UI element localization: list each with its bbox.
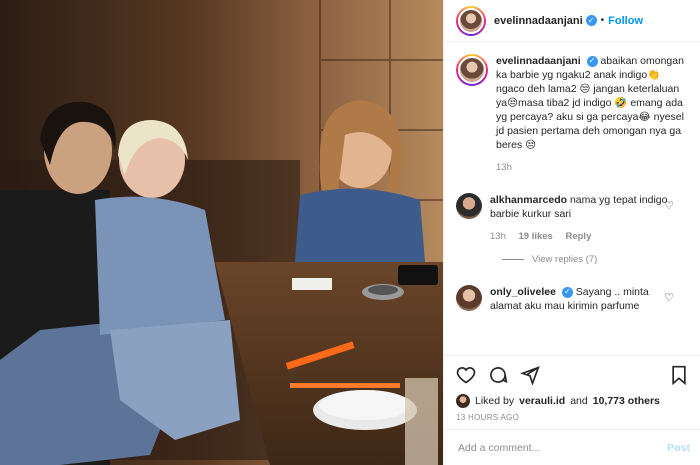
bookmark-icon[interactable] <box>670 365 688 385</box>
view-replies[interactable]: View replies (7) <box>502 254 686 265</box>
caption: evelinnadaanjani ✓ abaikan omongan ka ba… <box>456 54 686 173</box>
likes-prefix: Liked by <box>475 395 515 407</box>
post-header: evelinnadaanjani ✓ • Follow <box>444 0 700 42</box>
author-avatar[interactable] <box>456 5 486 36</box>
comment-time: 13h <box>490 231 506 242</box>
view-replies-line <box>502 259 524 260</box>
action-bar <box>444 355 700 393</box>
commenter-avatar[interactable] <box>456 285 482 311</box>
likes-joiner: and <box>570 395 588 407</box>
caption-avatar[interactable] <box>456 54 488 86</box>
caption-body: evelinnadaanjani ✓ abaikan omongan ka ba… <box>496 54 686 152</box>
comment-icon[interactable] <box>488 365 508 385</box>
caption-meta: 13h <box>496 162 686 173</box>
liker-avatar[interactable] <box>456 394 470 408</box>
comment-item: only_olivelee ✓ Sayang .. minta alamat a… <box>456 285 686 313</box>
reply-button[interactable]: Reply <box>565 231 591 242</box>
comment-like-heart-icon[interactable]: ♡ <box>664 291 674 304</box>
post-side-panel: evelinnadaanjani ✓ • Follow evelinnadaan… <box>443 0 700 465</box>
caption-username[interactable]: evelinnadaanjani <box>496 55 581 67</box>
likes-others[interactable]: 10,773 others <box>593 395 660 407</box>
comment-username[interactable]: alkhanmarcedo <box>490 194 567 206</box>
post-photo[interactable] <box>0 0 443 465</box>
author-username[interactable]: evelinnadaanjani <box>494 15 583 27</box>
post-photo-image <box>0 0 443 465</box>
heart-icon[interactable] <box>456 365 476 385</box>
verified-badge-icon: ✓ <box>585 15 597 26</box>
verified-badge-icon: ✓ <box>586 55 598 67</box>
liker-username[interactable]: verauli.id <box>519 395 565 407</box>
add-comment-input[interactable]: Add a comment... <box>458 442 540 454</box>
comment-meta: 13h 19 likes Reply <box>490 231 672 242</box>
comment-username[interactable]: only_olivelee <box>490 286 556 298</box>
follow-button[interactable]: Follow <box>608 15 643 27</box>
comments-area[interactable]: evelinnadaanjani ✓ abaikan omongan ka ba… <box>444 42 700 355</box>
add-comment-bar: Add a comment... Post <box>444 429 700 465</box>
verified-badge-icon: ✓ <box>561 286 573 298</box>
comment-item: alkhanmarcedo nama yg tepat indigo barbi… <box>456 193 686 242</box>
post-comment-button[interactable]: Post <box>667 442 690 454</box>
caption-text: abaikan omongan ka barbie yg ngaku2 anak… <box>496 55 684 151</box>
instagram-post-window: evelinnadaanjani ✓ • Follow evelinnadaan… <box>0 0 700 465</box>
view-replies-label: View replies (7) <box>532 254 598 265</box>
likes-line: Liked by verauli.id and 10,773 others <box>444 393 700 409</box>
share-icon[interactable] <box>520 365 540 385</box>
comment-like-heart-icon[interactable]: ♡ <box>664 199 674 212</box>
caption-time: 13h <box>496 162 512 173</box>
post-timestamp: 13 HOURS AGO <box>456 413 520 422</box>
comment-body: only_olivelee ✓ Sayang .. minta alamat a… <box>490 285 672 313</box>
comment-body: alkhanmarcedo nama yg tepat indigo barbi… <box>490 193 672 221</box>
separator-dot: • <box>600 15 605 26</box>
commenter-avatar[interactable] <box>456 193 482 219</box>
comment-likes[interactable]: 19 likes <box>519 231 553 242</box>
